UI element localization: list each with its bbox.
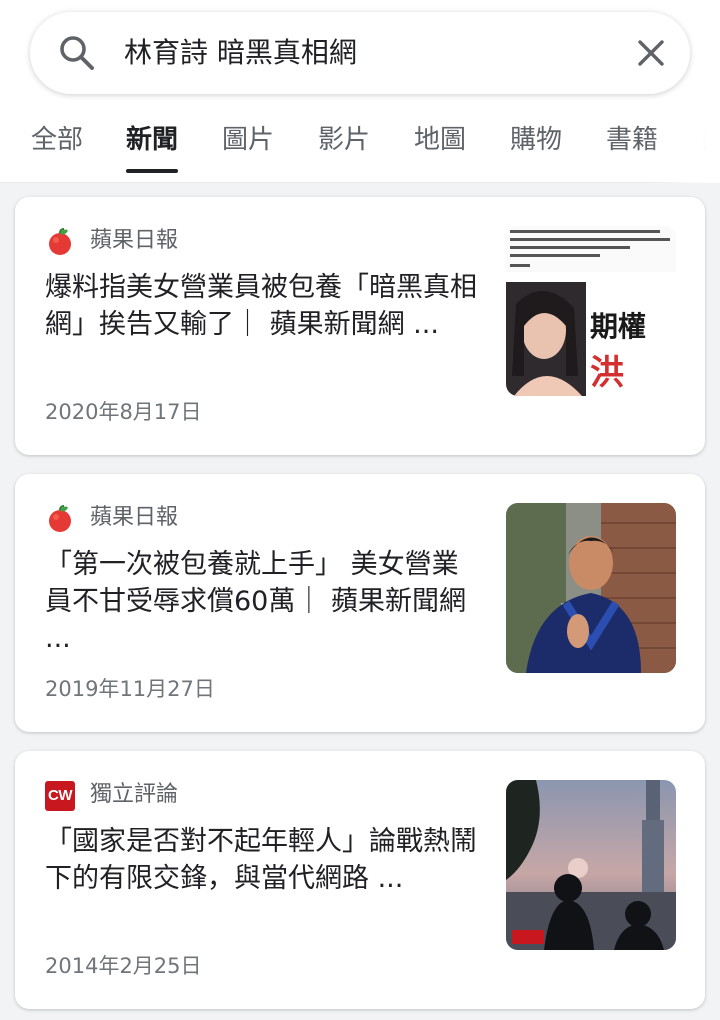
close-icon[interactable]: [631, 33, 671, 73]
thumbnail-image: 期權 洪: [506, 226, 676, 396]
result-date: 2019年11月27日: [45, 677, 215, 701]
tab-news[interactable]: 新聞: [126, 119, 179, 173]
result-thumbnail[interactable]: 期權 洪: [506, 226, 676, 396]
apple-icon: [49, 505, 71, 532]
news-result-card[interactable]: 蘋果日報 爆料指美女營業員被包養「暗黑真相網」挨告又輸了｜ 蘋果新聞網 ... …: [15, 197, 705, 455]
thumbnail-text-top: 期權: [590, 310, 646, 343]
news-result-card[interactable]: 蘋果日報 「第一次被包養就上手」 美女營業員不甘受辱求償60萬｜ 蘋果新聞網 .…: [15, 474, 705, 732]
source-name: 蘋果日報: [90, 505, 179, 530]
result-headline[interactable]: 爆料指美女營業員被包養「暗黑真相網」挨告又輸了｜ 蘋果新聞網 ...: [45, 269, 485, 343]
result-thumbnail[interactable]: [506, 503, 676, 673]
result-headline[interactable]: 「國家是否對不起年輕人」論戰熱鬧下的有限交鋒，與當代網路 ...: [45, 823, 485, 897]
search-input[interactable]: 林育詩 暗黑真相網: [124, 12, 357, 94]
source-name: 獨立評論: [90, 782, 179, 807]
tab-all[interactable]: 全部: [31, 119, 83, 165]
result-thumbnail[interactable]: [506, 780, 676, 950]
tab-images[interactable]: 圖片: [222, 119, 274, 165]
tab-videos[interactable]: 影片: [318, 119, 370, 165]
news-result-card[interactable]: CW 獨立評論 「國家是否對不起年輕人」論戰熱鬧下的有限交鋒，與當代網路 ...…: [15, 751, 705, 1009]
cw-logo: CW: [45, 781, 75, 811]
result-date: 2014年2月25日: [45, 954, 202, 978]
tabs-fade: [650, 105, 720, 183]
thumbnail-text-bottom: 洪: [590, 353, 624, 393]
thumbnail-image: [506, 503, 676, 673]
source-name: 蘋果日報: [90, 228, 179, 253]
apple-icon: [49, 228, 71, 255]
tab-shopping[interactable]: 購物: [510, 119, 562, 165]
search-icon[interactable]: [56, 32, 98, 74]
result-date: 2020年8月17日: [45, 400, 202, 424]
result-headline[interactable]: 「第一次被包養就上手」 美女營業員不甘受辱求償60萬｜ 蘋果新聞網 ...: [45, 546, 485, 657]
thumbnail-image: [506, 780, 676, 950]
search-box[interactable]: 林育詩 暗黑真相網: [30, 12, 690, 94]
search-tabs: 全部 新聞 圖片 影片 地圖 購物 書籍 航: [0, 105, 720, 183]
tab-maps[interactable]: 地圖: [414, 119, 466, 165]
search-header: 林育詩 暗黑真相網 全部 新聞 圖片 影片 地圖 購物 書籍 航: [0, 0, 720, 183]
